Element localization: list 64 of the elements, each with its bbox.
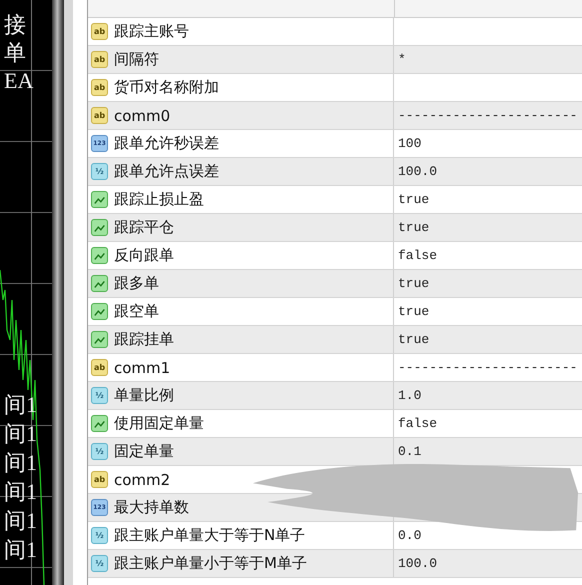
decimal-type-icon: ½ xyxy=(91,443,108,460)
parameter-name: 跟主账户单量小于等于M单子 xyxy=(114,554,307,573)
parameter-name: 跟单允许秒误差 xyxy=(114,134,219,153)
parameter-name: 间隔符 xyxy=(114,50,159,69)
text-type-icon: ab xyxy=(91,79,108,96)
text-type-icon: ab xyxy=(91,107,108,124)
parameter-name: 跟踪挂单 xyxy=(114,330,174,349)
toggle-type-icon xyxy=(91,275,108,292)
parameter-value[interactable]: true xyxy=(398,276,430,291)
chart-label: 间1 xyxy=(4,537,37,562)
toggle-type-icon xyxy=(91,219,108,236)
toggle-type-icon xyxy=(91,331,108,348)
parameter-name: 使用固定单量 xyxy=(114,414,204,433)
parameter-value[interactable]: 100.0 xyxy=(398,164,438,179)
parameter-name: 货币对名称附加 xyxy=(114,78,219,97)
parameter-name: 反向跟单 xyxy=(114,246,174,265)
parameter-value[interactable]: 1.0 xyxy=(398,388,422,403)
parameter-value[interactable]: true xyxy=(398,192,430,207)
parameter-value[interactable]: ----------------------- xyxy=(398,108,578,123)
toggle-type-icon xyxy=(91,303,108,320)
parameter-name: 单量比例 xyxy=(114,386,174,405)
parameter-name: 最大持单数 xyxy=(114,498,189,517)
chart-label: 接 xyxy=(4,12,27,37)
parameter-name: 跟踪主账号 xyxy=(114,22,189,41)
toggle-type-icon xyxy=(91,191,108,208)
text-type-icon: ab xyxy=(91,51,108,68)
parameter-name: 跟踪平仓 xyxy=(114,218,174,237)
chart-label: 间1 xyxy=(4,450,37,475)
toggle-type-icon xyxy=(91,415,108,432)
text-type-icon: ab xyxy=(91,23,108,40)
parameter-name: 跟单允许点误差 xyxy=(114,162,219,181)
parameter-value[interactable]: * xyxy=(398,52,406,67)
parameter-value[interactable]: true xyxy=(398,332,430,347)
parameter-name: 固定单量 xyxy=(114,442,174,461)
text-type-icon: ab xyxy=(91,471,108,488)
parameter-value[interactable]: false xyxy=(398,416,438,431)
parameter-name: 跟主账户单量大于等于N单子 xyxy=(114,526,306,545)
parameter-value[interactable]: true xyxy=(398,220,430,235)
parameter-value[interactable]: ----------------------- xyxy=(398,360,578,375)
decimal-type-icon: ½ xyxy=(91,387,108,404)
parameter-value[interactable]: 100.0 xyxy=(398,556,438,571)
chart-label: EA xyxy=(4,68,34,93)
chart-label: 间1 xyxy=(4,508,37,533)
parameter-value[interactable]: false xyxy=(398,248,438,263)
parameter-name: 跟踪止损止盈 xyxy=(114,190,204,209)
parameter-name: comm0 xyxy=(114,106,170,124)
parameter-value[interactable]: 0.1 xyxy=(398,444,422,459)
decimal-type-icon: ½ xyxy=(91,163,108,180)
decimal-type-icon: ½ xyxy=(91,555,108,572)
parameter-value[interactable]: 100 xyxy=(398,136,422,151)
chart-label: 单 xyxy=(4,40,27,65)
chart-label: 间1 xyxy=(4,392,37,417)
chart-label: 间1 xyxy=(4,421,37,446)
parameter-value[interactable]: true xyxy=(398,304,430,319)
parameter-name: 跟空单 xyxy=(114,302,159,321)
decimal-type-icon: ½ xyxy=(91,527,108,544)
parameter-value[interactable]: 0.0 xyxy=(398,528,422,543)
text-type-icon: ab xyxy=(91,359,108,376)
chart-label: 间1 xyxy=(4,479,37,504)
toggle-type-icon xyxy=(91,247,108,264)
parameter-name: comm2 xyxy=(114,470,170,488)
scrollbar[interactable] xyxy=(52,0,64,585)
parameter-name: comm1 xyxy=(114,358,170,376)
parameter-name: 跟多单 xyxy=(114,274,159,293)
